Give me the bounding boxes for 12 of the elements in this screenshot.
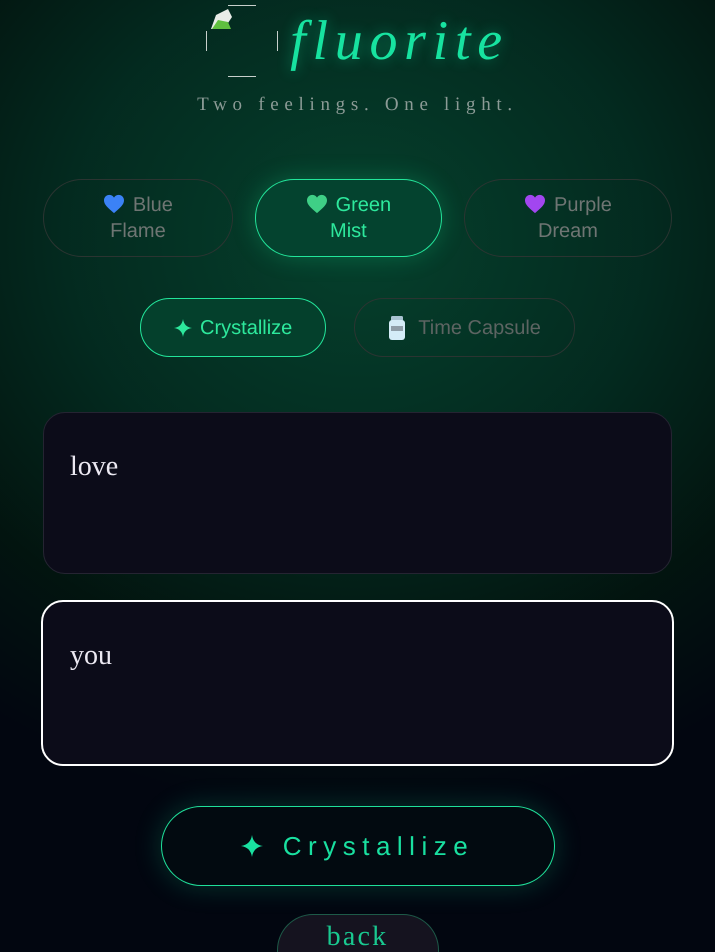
sparkle-icon (174, 318, 192, 336)
app-title: fluorite (290, 9, 509, 73)
theme-option[interactable]: Green Mist (254, 179, 442, 257)
tagline: Two feelings. One light. (197, 93, 518, 117)
back-button[interactable]: back (276, 914, 438, 952)
sparkle-icon (240, 835, 263, 857)
jar-icon (388, 316, 406, 340)
text-input[interactable]: you (41, 600, 674, 766)
mode-tab[interactable]: Crystallize (140, 298, 326, 357)
broken-image-icon (206, 5, 278, 77)
text-input[interactable]: love (43, 412, 672, 574)
crystallize-button[interactable]: Crystallize (160, 806, 554, 886)
